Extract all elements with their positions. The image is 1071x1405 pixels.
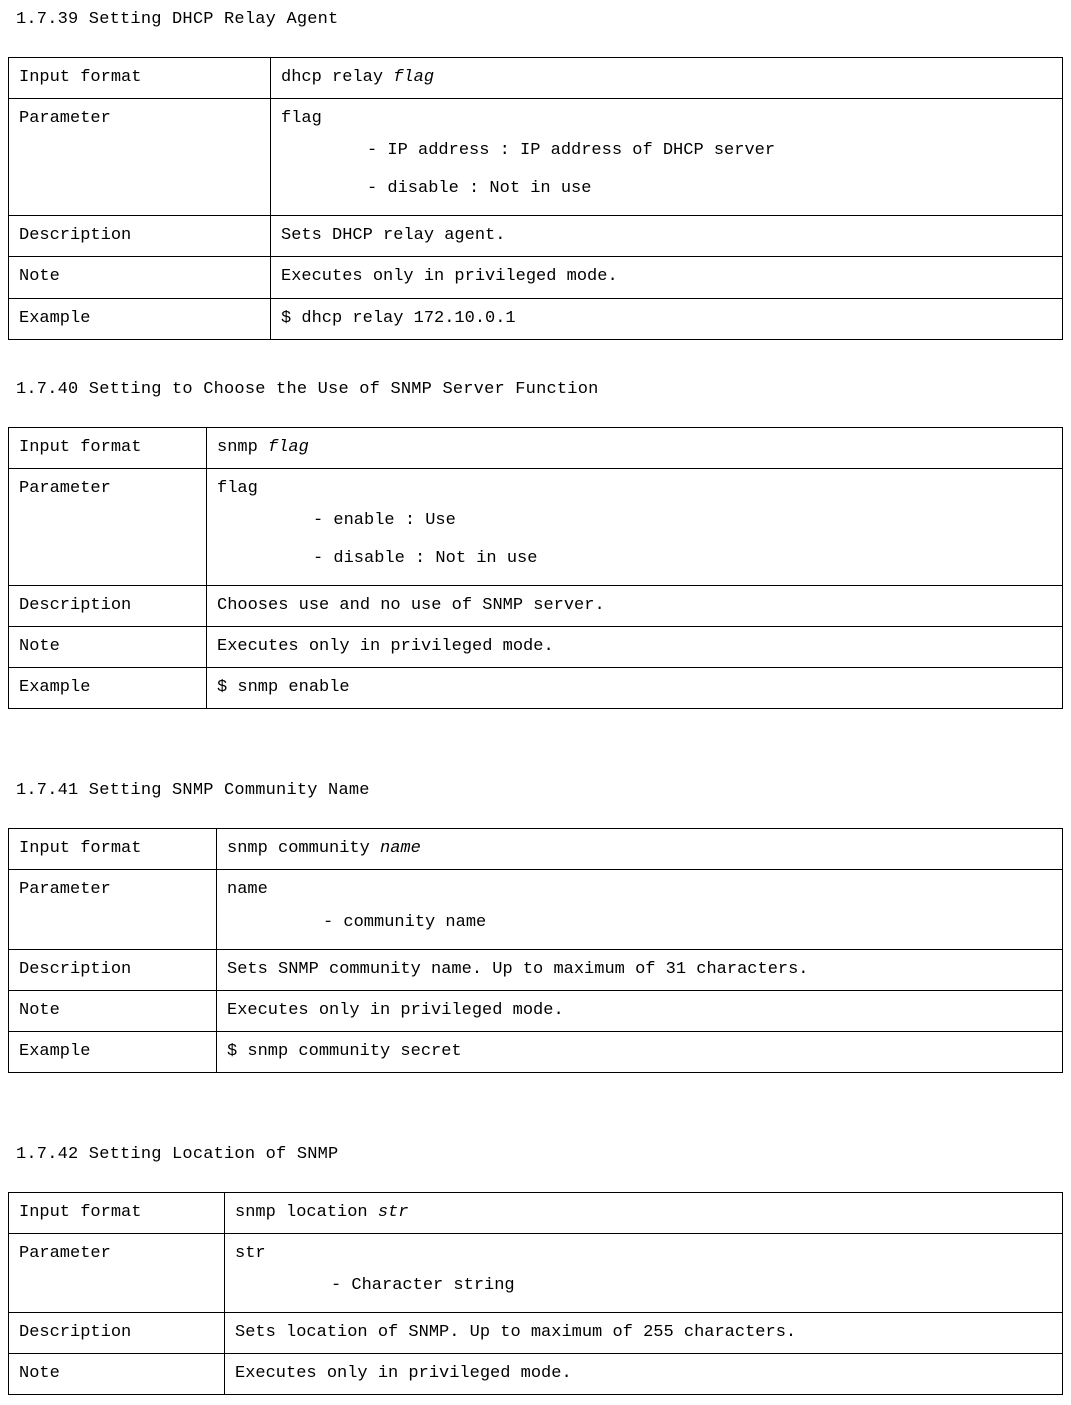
row-label: Example	[9, 668, 207, 709]
input-prefix: snmp location	[235, 1203, 378, 1222]
param-line: - enable : Use	[217, 500, 1052, 538]
input-format-value: snmp community name	[217, 829, 1063, 870]
table-row: NoteExecutes only in privileged mode.	[9, 1354, 1063, 1395]
table-row: DescriptionSets DHCP relay agent.	[9, 216, 1063, 257]
note-value: Executes only in privileged mode.	[271, 257, 1063, 298]
note-value: Executes only in privileged mode.	[207, 627, 1063, 668]
input-arg: flag	[268, 438, 309, 457]
table-row: NoteExecutes only in privileged mode.	[9, 990, 1063, 1031]
description-value: Chooses use and no use of SNMP server.	[207, 586, 1063, 627]
input-format-value: snmp flag	[207, 427, 1063, 468]
param-head: flag	[217, 479, 258, 498]
row-label: Note	[9, 627, 207, 668]
table-row: Input formatdhcp relay flag	[9, 58, 1063, 99]
table-row: Example$ dhcp relay 172.10.0.1	[9, 298, 1063, 339]
section-heading: 1.7.42 Setting Location of SNMP	[16, 1145, 1063, 1164]
param-line: - disable : Not in use	[281, 168, 1052, 206]
param-line: - community name	[227, 902, 1052, 940]
row-label: Input format	[9, 427, 207, 468]
row-label: Parameter	[9, 99, 271, 216]
table-row: Parameter str - Character string	[9, 1233, 1063, 1312]
command-table: Input formatsnmp location strParameterst…	[8, 1192, 1063, 1395]
section: 1.7.41 Setting SNMP Community Name Input …	[8, 781, 1063, 1073]
command-table: Input formatsnmp flagParameterflag- enab…	[8, 427, 1063, 710]
example-value: $ snmp enable	[207, 668, 1063, 709]
row-label: Note	[9, 990, 217, 1031]
section-heading: 1.7.41 Setting SNMP Community Name	[16, 781, 1063, 800]
row-label: Input format	[9, 58, 271, 99]
document-root: 1.7.39 Setting DHCP Relay Agent Input for…	[8, 10, 1063, 1395]
table-row: Input formatsnmp location str	[9, 1192, 1063, 1233]
example-value: $ dhcp relay 172.10.0.1	[271, 298, 1063, 339]
table-row: Parameter name - community name	[9, 870, 1063, 949]
row-label: Input format	[9, 829, 217, 870]
table-row: Input formatsnmp flag	[9, 427, 1063, 468]
section: 1.7.42 Setting Location of SNMP Input for…	[8, 1145, 1063, 1395]
table-row: DescriptionChooses use and no use of SNM…	[9, 586, 1063, 627]
description-value: Sets location of SNMP. Up to maximum of …	[225, 1313, 1063, 1354]
parameter-value: name - community name	[217, 870, 1063, 949]
section: 1.7.39 Setting DHCP Relay Agent Input for…	[8, 10, 1063, 340]
row-label: Parameter	[9, 870, 217, 949]
example-value: $ snmp community secret	[217, 1031, 1063, 1072]
parameter-value: flag - IP address : IP address of DHCP se…	[271, 99, 1063, 216]
param-head: name	[227, 880, 268, 899]
description-value: Sets SNMP community name. Up to maximum …	[217, 949, 1063, 990]
row-label: Parameter	[9, 468, 207, 585]
table-row: DescriptionSets SNMP community name. Up …	[9, 949, 1063, 990]
row-label: Note	[9, 257, 271, 298]
note-value: Executes only in privileged mode.	[217, 990, 1063, 1031]
input-format-value: snmp location str	[225, 1192, 1063, 1233]
section: 1.7.40 Setting to Choose the Use of SNMP…	[8, 380, 1063, 710]
input-arg: flag	[393, 68, 434, 87]
table-row: Parameter flag - IP address : IP address o…	[9, 99, 1063, 216]
input-arg: str	[378, 1203, 409, 1222]
param-line: - Character string	[235, 1265, 1052, 1303]
row-label: Description	[9, 1313, 225, 1354]
section-heading: 1.7.40 Setting to Choose the Use of SNMP…	[16, 380, 1063, 399]
table-row: NoteExecutes only in privileged mode.	[9, 627, 1063, 668]
table-row: Input formatsnmp community name	[9, 829, 1063, 870]
input-prefix: snmp community	[227, 839, 380, 858]
parameter-value: str - Character string	[225, 1233, 1063, 1312]
table-row: Example$ snmp community secret	[9, 1031, 1063, 1072]
command-table: Input formatdhcp relay flagParameterflag…	[8, 57, 1063, 340]
table-row: Parameter flag - enable : Use- disable : N…	[9, 468, 1063, 585]
command-table: Input formatsnmp community nameParameter…	[8, 828, 1063, 1073]
row-label: Description	[9, 216, 271, 257]
row-label: Note	[9, 1354, 225, 1395]
input-format-value: dhcp relay flag	[271, 58, 1063, 99]
description-value: Sets DHCP relay agent.	[271, 216, 1063, 257]
row-label: Description	[9, 586, 207, 627]
param-head: flag	[281, 109, 322, 128]
row-label: Example	[9, 298, 271, 339]
table-row: Example$ snmp enable	[9, 668, 1063, 709]
section-heading: 1.7.39 Setting DHCP Relay Agent	[16, 10, 1063, 29]
row-label: Example	[9, 1031, 217, 1072]
table-row: DescriptionSets location of SNMP. Up to …	[9, 1313, 1063, 1354]
row-label: Parameter	[9, 1233, 225, 1312]
note-value: Executes only in privileged mode.	[225, 1354, 1063, 1395]
input-prefix: snmp	[217, 438, 268, 457]
table-row: NoteExecutes only in privileged mode.	[9, 257, 1063, 298]
input-prefix: dhcp relay	[281, 68, 393, 87]
parameter-value: flag - enable : Use- disable : Not in use	[207, 468, 1063, 585]
row-label: Description	[9, 949, 217, 990]
param-head: str	[235, 1244, 266, 1263]
input-arg: name	[380, 839, 421, 858]
row-label: Input format	[9, 1192, 225, 1233]
param-line: - disable : Not in use	[217, 538, 1052, 576]
param-line: - IP address : IP address of DHCP server	[281, 130, 1052, 168]
